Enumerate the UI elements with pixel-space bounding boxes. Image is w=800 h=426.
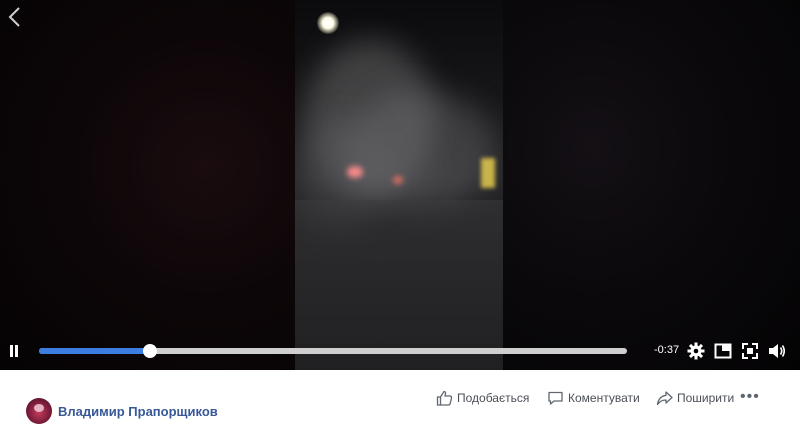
video-controls: -0:37 [0,336,800,366]
settings-gear-icon[interactable] [687,342,705,360]
volume-icon[interactable] [768,342,786,360]
pause-icon [10,345,13,357]
video-frame [295,0,503,370]
car-headlight [393,176,403,184]
share-button[interactable]: Поширити [656,388,734,408]
comment-button[interactable]: Коментувати [547,388,640,408]
avatar[interactable] [26,398,52,424]
car-headlight [347,166,363,178]
author-name-link[interactable]: Владимир Прапорщиков [58,404,218,419]
progress-thumb[interactable] [143,344,158,358]
video-blurred-backdrop-left [0,0,295,370]
thumbs-up-icon [436,390,453,406]
video-blurred-backdrop-right [503,0,800,370]
share-arrow-icon [656,391,673,406]
comment-bubble-icon [548,391,563,405]
video-player[interactable]: -0:37 [0,0,800,370]
progress-bar[interactable] [39,344,627,358]
like-label: Подобається [457,391,530,405]
progress-played [39,348,151,354]
comment-label: Коментувати [568,391,640,405]
street-light [317,12,339,34]
share-label: Поширити [677,391,735,405]
pause-button[interactable] [8,345,20,357]
kiosk-light [481,158,495,188]
more-options-button[interactable]: ••• [740,388,760,406]
fullscreen-icon[interactable] [741,342,759,360]
back-arrow-icon[interactable] [6,6,24,28]
picture-in-picture-icon[interactable] [714,342,732,360]
like-button[interactable]: Подобається [436,388,529,408]
time-remaining: -0:37 [654,344,680,356]
